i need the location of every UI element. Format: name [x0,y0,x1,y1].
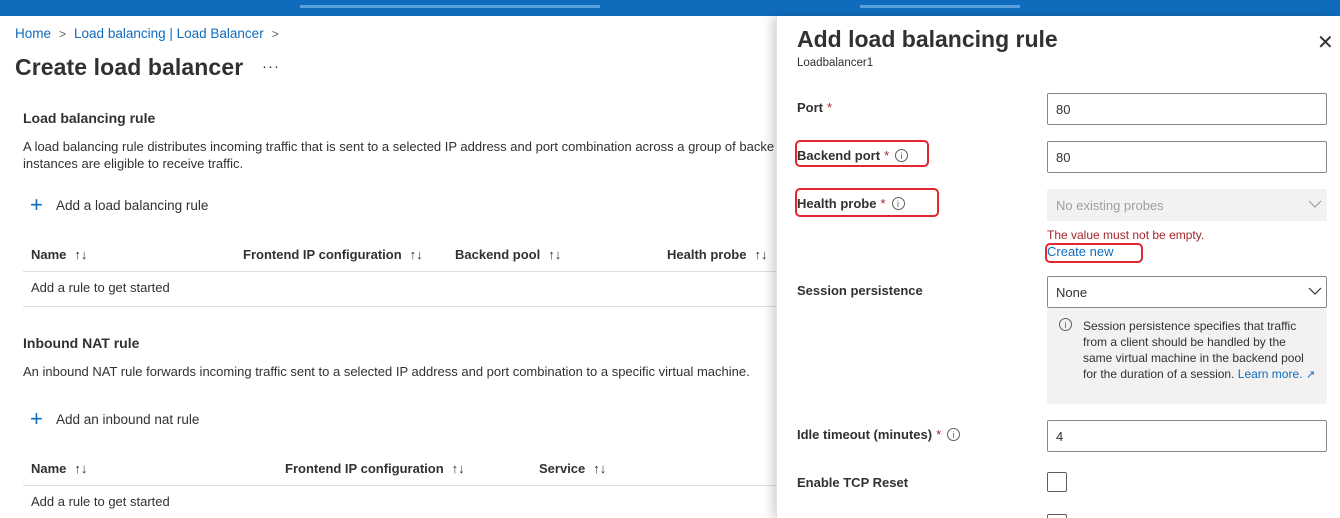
info-icon[interactable]: i [947,428,961,441]
backend-port-input[interactable] [1047,141,1327,173]
column-header-frontend-ip[interactable]: Frontend IP configuration ↑↓ [243,247,423,262]
tcp-reset-checkbox[interactable] [1047,472,1067,492]
lb-rule-table-header: Name ↑↓ Frontend IP configuration ↑↓ Backe… [23,238,776,272]
top-bar-highlight [860,5,1020,8]
panel-title: Add load balancing rule [797,26,1058,52]
top-bar [0,0,1340,16]
info-icon[interactable]: i [895,149,909,162]
session-persistence-value: None [1056,285,1088,300]
close-icon[interactable]: ✕ [1317,30,1334,55]
health-probe-label: Health probe * i [797,196,905,211]
port-label: Port * [797,100,833,115]
panel-subtitle: Loadbalancer1 [797,57,874,69]
info-icon: i [1059,318,1072,331]
add-nat-rule-button[interactable]: + Add an inbound nat rule [30,406,200,431]
column-header-name[interactable]: Name ↑↓ [31,461,87,476]
add-lb-rule-panel: Add load balancing rule Loadbalancer1 ✕ … [776,16,1340,518]
backend-port-label: Backend port * i [797,148,909,163]
chevron-right-icon: > [59,26,67,41]
floating-ip-checkbox[interactable] [1047,514,1067,518]
chevron-down-icon [1308,284,1322,295]
create-new-probe-link[interactable]: Create new [1047,244,1113,259]
tcp-reset-label: Enable TCP Reset [797,475,909,490]
sort-icon: ↑↓ [593,461,607,476]
port-input[interactable] [1047,93,1327,125]
column-header-frontend-ip[interactable]: Frontend IP configuration ↑↓ [285,461,465,476]
session-persistence-label: Session persistence [797,283,923,298]
breadcrumb: Home > Load balancing | Load Balancer > [15,26,287,41]
lb-rule-description-line2: instances are eligible to receive traffi… [23,156,244,171]
plus-icon: + [30,192,43,217]
nat-rule-section-title: Inbound NAT rule [23,335,140,351]
sort-icon: ↑↓ [74,247,88,262]
column-header-name[interactable]: Name ↑↓ [31,247,87,262]
column-header-health-probe[interactable]: Health probe ↑↓ [667,247,767,262]
nat-rule-description: An inbound NAT rule forwards incoming tr… [23,364,750,379]
top-bar-highlight [300,5,600,8]
learn-more-link[interactable]: Learn more. [1238,367,1303,381]
health-probe-error: The value must not be empty. [1047,228,1205,242]
empty-table-text: Add a rule to get started [31,280,170,295]
table-row: Add a rule to get started [23,487,776,518]
lb-rule-section-title: Load balancing rule [23,110,156,126]
column-header-service[interactable]: Service ↑↓ [539,461,606,476]
add-lb-rule-label: Add a load balancing rule [56,197,209,213]
session-persistence-select[interactable]: None [1047,276,1327,308]
chevron-down-icon [1308,197,1322,208]
nat-rule-table-header: Name ↑↓ Frontend IP configuration ↑↓ Servi… [23,452,776,486]
sort-icon: ↑↓ [409,247,423,262]
breadcrumb-home[interactable]: Home [15,26,51,41]
more-options-button[interactable]: ··· [262,58,280,75]
main-blade: Home > Load balancing | Load Balancer > … [0,16,776,518]
column-header-backend-pool[interactable]: Backend pool ↑↓ [455,247,561,262]
breadcrumb-parent[interactable]: Load balancing | Load Balancer [74,26,264,41]
table-row: Add a rule to get started [23,273,776,307]
plus-icon: + [30,406,43,431]
sort-icon: ↑↓ [548,247,562,262]
sort-icon: ↑↓ [754,247,768,262]
sort-icon: ↑↓ [451,461,465,476]
health-probe-placeholder: No existing probes [1056,198,1164,213]
idle-timeout-input[interactable] [1047,420,1327,452]
health-probe-select: No existing probes [1047,189,1327,221]
external-link-icon[interactable]: ↗ [1306,369,1315,381]
lb-rule-description-line1: A load balancing rule distributes incomi… [23,139,775,154]
chevron-right-icon: > [271,26,279,41]
page-title: Create load balancer [15,54,244,80]
empty-table-text: Add a rule to get started [31,494,170,509]
idle-timeout-label: Idle timeout (minutes) * i [797,427,961,442]
sort-icon: ↑↓ [74,461,88,476]
add-lb-rule-button[interactable]: + Add a load balancing rule [30,192,209,217]
info-icon[interactable]: i [891,197,905,210]
add-nat-rule-label: Add an inbound nat rule [56,411,200,427]
session-persistence-info: i Session persistence specifies that tra… [1047,308,1327,404]
